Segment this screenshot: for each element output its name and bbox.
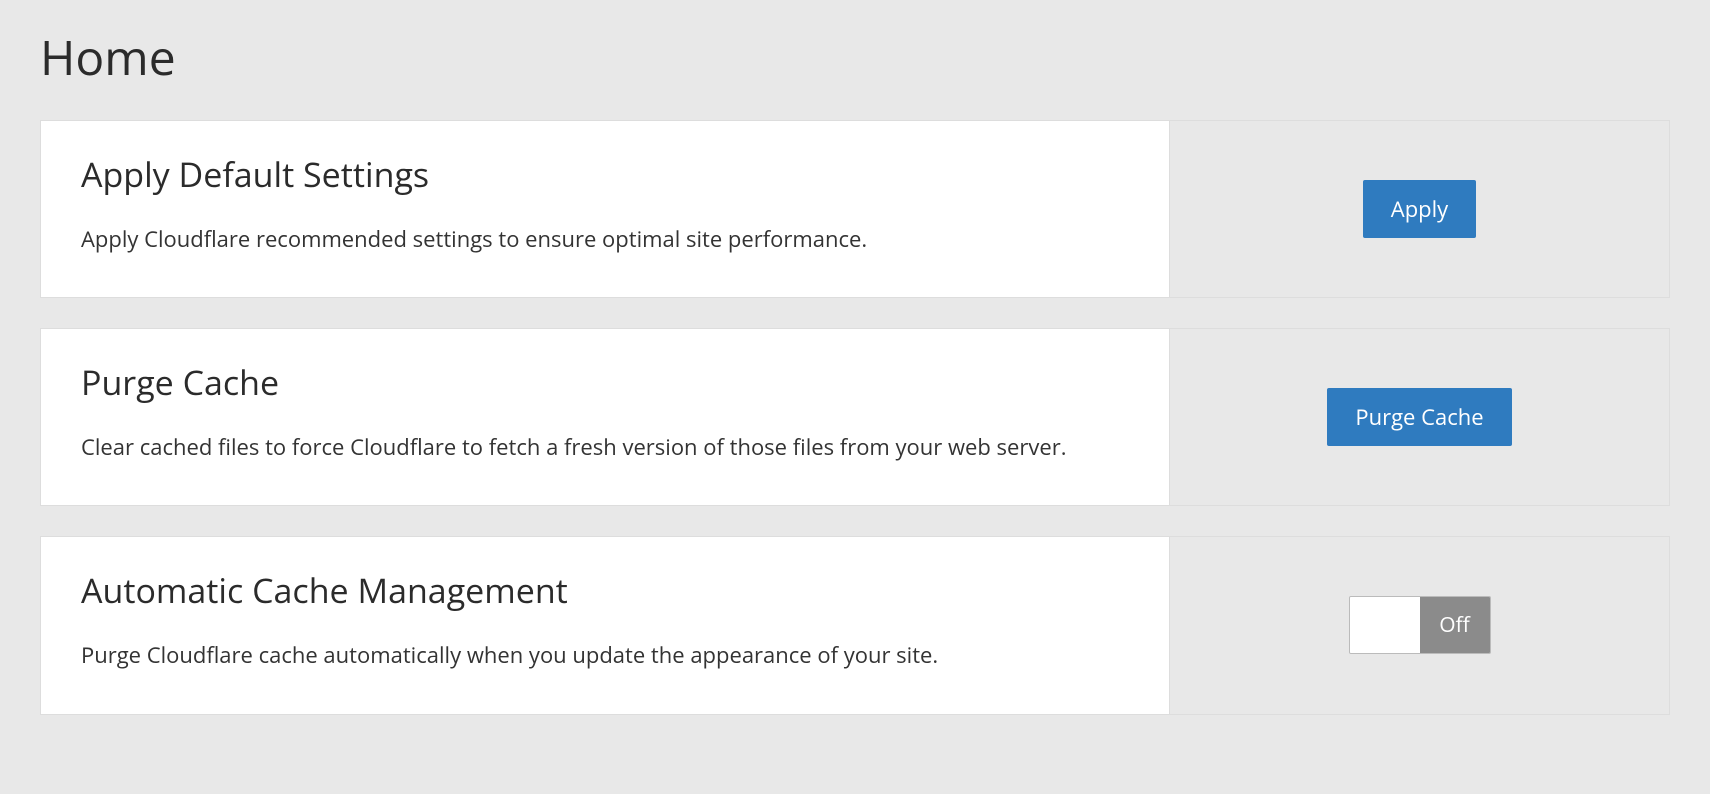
purge-cache-description: Clear cached files to force Cloudflare t…	[81, 430, 1129, 465]
card-content: Automatic Cache Management Purge Cloudfl…	[41, 537, 1169, 713]
card-content: Purge Cache Clear cached files to force …	[41, 329, 1169, 505]
auto-cache-description: Purge Cloudflare cache automatically whe…	[81, 638, 1129, 673]
auto-cache-toggle[interactable]: Off	[1349, 596, 1491, 654]
apply-default-heading: Apply Default Settings	[81, 151, 1129, 197]
auto-cache-heading: Automatic Cache Management	[81, 567, 1129, 613]
purge-cache-button[interactable]: Purge Cache	[1327, 388, 1511, 446]
apply-button[interactable]: Apply	[1363, 180, 1476, 238]
page-title: Home	[40, 0, 1670, 120]
apply-default-description: Apply Cloudflare recommended settings to…	[81, 222, 1129, 257]
card-auto-cache: Automatic Cache Management Purge Cloudfl…	[40, 536, 1670, 714]
card-action: Off	[1169, 537, 1669, 713]
purge-cache-heading: Purge Cache	[81, 359, 1129, 405]
card-action: Apply	[1169, 121, 1669, 297]
card-purge-cache: Purge Cache Clear cached files to force …	[40, 328, 1670, 506]
toggle-handle	[1350, 597, 1420, 653]
card-apply-default: Apply Default Settings Apply Cloudflare …	[40, 120, 1670, 298]
card-content: Apply Default Settings Apply Cloudflare …	[41, 121, 1169, 297]
toggle-label: Off	[1420, 597, 1490, 653]
card-action: Purge Cache	[1169, 329, 1669, 505]
